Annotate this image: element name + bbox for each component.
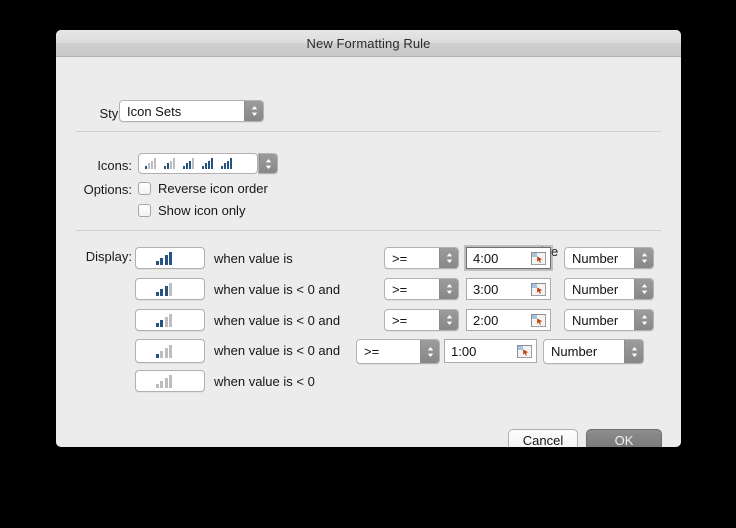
icon-popup-value xyxy=(136,371,193,391)
value-input-text: 3:00 xyxy=(473,281,499,297)
bar-rating-icon xyxy=(155,251,174,265)
bar-rating-icon xyxy=(155,374,174,388)
checkbox-box[interactable] xyxy=(138,182,151,195)
cell-reference-picker-icon[interactable] xyxy=(531,313,546,327)
icon-popup-value xyxy=(136,340,193,362)
operator-value: >= xyxy=(392,312,408,328)
chevron-down-icon[interactable] xyxy=(193,340,204,362)
operator-popup-row-3[interactable]: >= xyxy=(384,309,459,331)
icons-label: Icons: xyxy=(97,158,132,173)
bar-rating-icon xyxy=(202,158,214,169)
operator-popup-row-2[interactable]: >= xyxy=(384,278,459,300)
type-popup-row-2[interactable]: Number xyxy=(564,278,654,300)
cell-reference-picker-icon[interactable] xyxy=(531,251,546,265)
operator-popup-row-1[interactable]: >= xyxy=(384,247,459,269)
value-input-row-1[interactable]: 4:00 xyxy=(466,247,551,269)
icon-popup-value xyxy=(136,279,193,299)
bar-rating-icon xyxy=(155,344,174,358)
stepper-arrows-icon[interactable] xyxy=(439,248,458,268)
stepper-arrows-icon[interactable] xyxy=(634,310,653,330)
condition-label-row-1: when value is xyxy=(214,251,293,266)
ok-button[interactable]: OK xyxy=(586,429,662,447)
bar-rating-icon xyxy=(145,158,157,169)
icon-set-popup-stepper[interactable] xyxy=(258,153,278,174)
condition-label-row-3: when value is < 0 and xyxy=(214,313,341,328)
value-input-row-2[interactable]: 3:00 xyxy=(466,278,551,300)
condition-label-row-4: when value is < 0 and xyxy=(214,343,341,358)
style-popup-button[interactable]: Icon Sets xyxy=(119,100,264,122)
icon-set-preview[interactable] xyxy=(138,153,258,174)
operator-popup-row-4[interactable]: >= xyxy=(356,339,440,364)
divider-top xyxy=(76,131,661,132)
new-formatting-rule-dialog: New Formatting Rule Style: Icon Sets Ico… xyxy=(56,30,681,447)
cell-reference-picker-icon[interactable] xyxy=(531,282,546,296)
style-popup-value: Icon Sets xyxy=(127,103,182,119)
value-input-text: 2:00 xyxy=(473,312,499,328)
options-label: Options: xyxy=(83,182,132,197)
chevron-down-icon[interactable] xyxy=(193,248,204,268)
bar-rating-icon xyxy=(164,158,176,169)
checkbox-label: Show icon only xyxy=(158,203,246,218)
bar-rating-icon xyxy=(183,158,195,169)
dialog-body: Style: Icon Sets Icons: Options: Reverse… xyxy=(56,57,681,447)
condition-label-row-2: when value is < 0 and xyxy=(214,282,341,297)
cancel-button[interactable]: Cancel xyxy=(508,429,578,447)
chevron-down-icon[interactable] xyxy=(193,279,204,299)
display-label: Display: xyxy=(85,249,132,264)
operator-value: >= xyxy=(392,250,408,266)
stepper-arrows-icon[interactable] xyxy=(634,279,653,299)
stepper-arrows-icon[interactable] xyxy=(439,310,458,330)
checkbox-box[interactable] xyxy=(138,204,151,217)
stepper-arrows-icon[interactable] xyxy=(259,154,277,173)
icon-popup-row-4[interactable] xyxy=(135,339,205,363)
value-input-text: 4:00 xyxy=(473,250,499,266)
icon-popup-row-3[interactable] xyxy=(135,309,205,331)
type-popup-row-1[interactable]: Number xyxy=(564,247,654,269)
type-value: Number xyxy=(572,250,619,266)
icon-popup-value xyxy=(136,310,193,330)
checkbox-show-icon-only[interactable]: Show icon only xyxy=(138,203,245,218)
operator-value: >= xyxy=(392,281,408,297)
stepper-arrows-icon[interactable] xyxy=(244,101,263,121)
cancel-button-label: Cancel xyxy=(522,433,564,447)
type-popup-row-4[interactable]: Number xyxy=(543,339,644,364)
value-input-text: 1:00 xyxy=(451,343,477,359)
stepper-arrows-icon[interactable] xyxy=(634,248,653,268)
value-input-row-4[interactable]: 1:00 xyxy=(444,339,537,363)
divider-middle xyxy=(76,230,661,231)
type-value: Number xyxy=(572,281,619,297)
value-input-row-3[interactable]: 2:00 xyxy=(466,309,551,331)
icon-set-preview-glyphs xyxy=(139,158,257,169)
bar-rating-icon xyxy=(155,282,174,296)
operator-value: >= xyxy=(364,344,380,359)
icon-popup-row-2[interactable] xyxy=(135,278,205,300)
condition-label-row-5: when value is < 0 xyxy=(214,374,315,389)
icon-popup-row-5[interactable] xyxy=(135,370,205,392)
checkbox-reverse-icon-order[interactable]: Reverse icon order xyxy=(138,181,268,196)
dialog-titlebar: New Formatting Rule xyxy=(56,30,681,57)
cell-reference-picker-icon[interactable] xyxy=(517,344,532,358)
chevron-down-icon[interactable] xyxy=(193,310,204,330)
dialog-title: New Formatting Rule xyxy=(306,35,431,51)
icon-popup-row-1[interactable] xyxy=(135,247,205,269)
type-value: Number xyxy=(551,344,598,359)
bar-rating-icon xyxy=(221,158,233,169)
screen: New Formatting Rule Style: Icon Sets Ico… xyxy=(0,0,736,528)
stepper-arrows-icon[interactable] xyxy=(624,340,643,363)
type-value: Number xyxy=(572,312,619,328)
icon-popup-value xyxy=(136,248,193,268)
ok-button-label: OK xyxy=(614,433,634,447)
stepper-arrows-icon[interactable] xyxy=(420,340,439,363)
type-popup-row-3[interactable]: Number xyxy=(564,309,654,331)
checkbox-label: Reverse icon order xyxy=(158,181,268,196)
bar-rating-icon xyxy=(155,313,174,327)
chevron-down-icon[interactable] xyxy=(193,371,204,391)
stepper-arrows-icon[interactable] xyxy=(439,279,458,299)
